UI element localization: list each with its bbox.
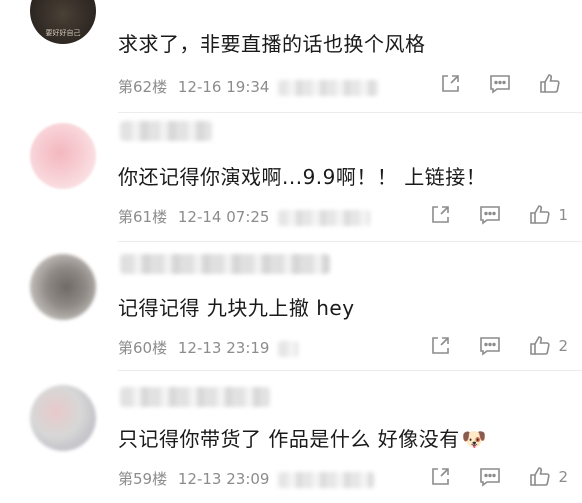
comment-meta: 第59楼 12-13 23:09 [118,468,375,489]
doge-emoji: 🐶 [461,427,488,451]
share-icon [442,75,459,92]
avatar[interactable]: 要好好自己 [30,0,96,44]
avatar[interactable] [30,254,96,320]
comment-time: 12-14 07:25 [177,208,270,226]
share-button[interactable] [438,72,462,96]
comment-actions: 1 [402,203,568,227]
floor-number: 第62楼 [118,78,168,96]
comment-meta: 第60楼 12-13 23:19 [118,337,299,358]
floor-number: 第61楼 [118,208,168,226]
floor-number: 第59楼 [118,470,168,488]
share-icon [432,337,450,354]
like-button[interactable]: 2 [528,334,568,358]
comment-item: 记得记得 九块九上撤 hey 第60楼 12-13 23:19 2 [0,242,582,370]
blurred-username [120,121,212,141]
blurred-location [278,340,299,357]
like-button[interactable] [538,72,568,96]
comment-text: 你还记得你演戏啊...9.9啊！！ 上链接！ [118,165,487,189]
comment-time: 12-13 23:19 [177,339,270,357]
share-button[interactable] [428,465,452,489]
like-count: 2 [558,337,568,355]
floor-number: 第60楼 [118,339,168,357]
comment-text: 记得记得 九块九上撤 hey [118,296,355,320]
comment-item: 只记得你带货了 作品是什么 好像没有 🐶 第59楼 12-13 23:09 2 [0,371,582,503]
reply-button[interactable] [478,203,502,227]
like-count: 2 [558,468,568,486]
share-icon [432,206,450,223]
like-count: 1 [558,206,568,224]
blurred-location [278,209,371,226]
comment-actions: 2 [402,465,568,489]
comment-actions [412,72,568,96]
blurred-location [278,79,379,96]
reply-button[interactable] [478,465,502,489]
comment-actions: 2 [402,334,568,358]
comment-text-body: 只记得你带货了 作品是什么 好像没有 [118,427,460,451]
like-button[interactable]: 1 [528,203,568,227]
thumbs-up-icon [530,467,551,486]
comment-item: 要好好自己 求求了，非要直播的话也换个风格 第62楼 12-16 19:34 [0,0,582,112]
comment-icon [480,206,501,225]
comment-icon [480,468,501,487]
share-button[interactable] [428,203,452,227]
comment-text: 只记得你带货了 作品是什么 好像没有 🐶 [118,423,487,452]
thumbs-up-icon [530,205,551,224]
comment-text: 求求了，非要直播的话也换个风格 [118,32,426,56]
avatar[interactable] [30,123,96,189]
comment-item: 你还记得你演戏啊...9.9啊！！ 上链接！ 第61楼 12-14 07:25 … [0,113,582,241]
blurred-location [278,471,375,488]
blurred-username [120,387,270,407]
thumbs-up-icon [530,336,551,355]
comment-meta: 第62楼 12-16 19:34 [118,76,379,97]
thumbs-up-icon [540,74,560,93]
comment-time: 12-13 23:09 [177,470,270,488]
avatar-caption: 要好好自己 [45,29,81,37]
reply-button[interactable] [478,334,502,358]
reply-button[interactable] [488,72,512,96]
blurred-username [120,254,330,274]
comment-meta: 第61楼 12-14 07:25 [118,206,371,227]
avatar[interactable] [30,385,96,451]
like-button[interactable]: 2 [528,465,568,489]
comment-icon [480,337,501,356]
comment-time: 12-16 19:34 [177,78,270,96]
share-icon [432,468,450,485]
comment-icon [490,75,510,94]
share-button[interactable] [428,334,452,358]
